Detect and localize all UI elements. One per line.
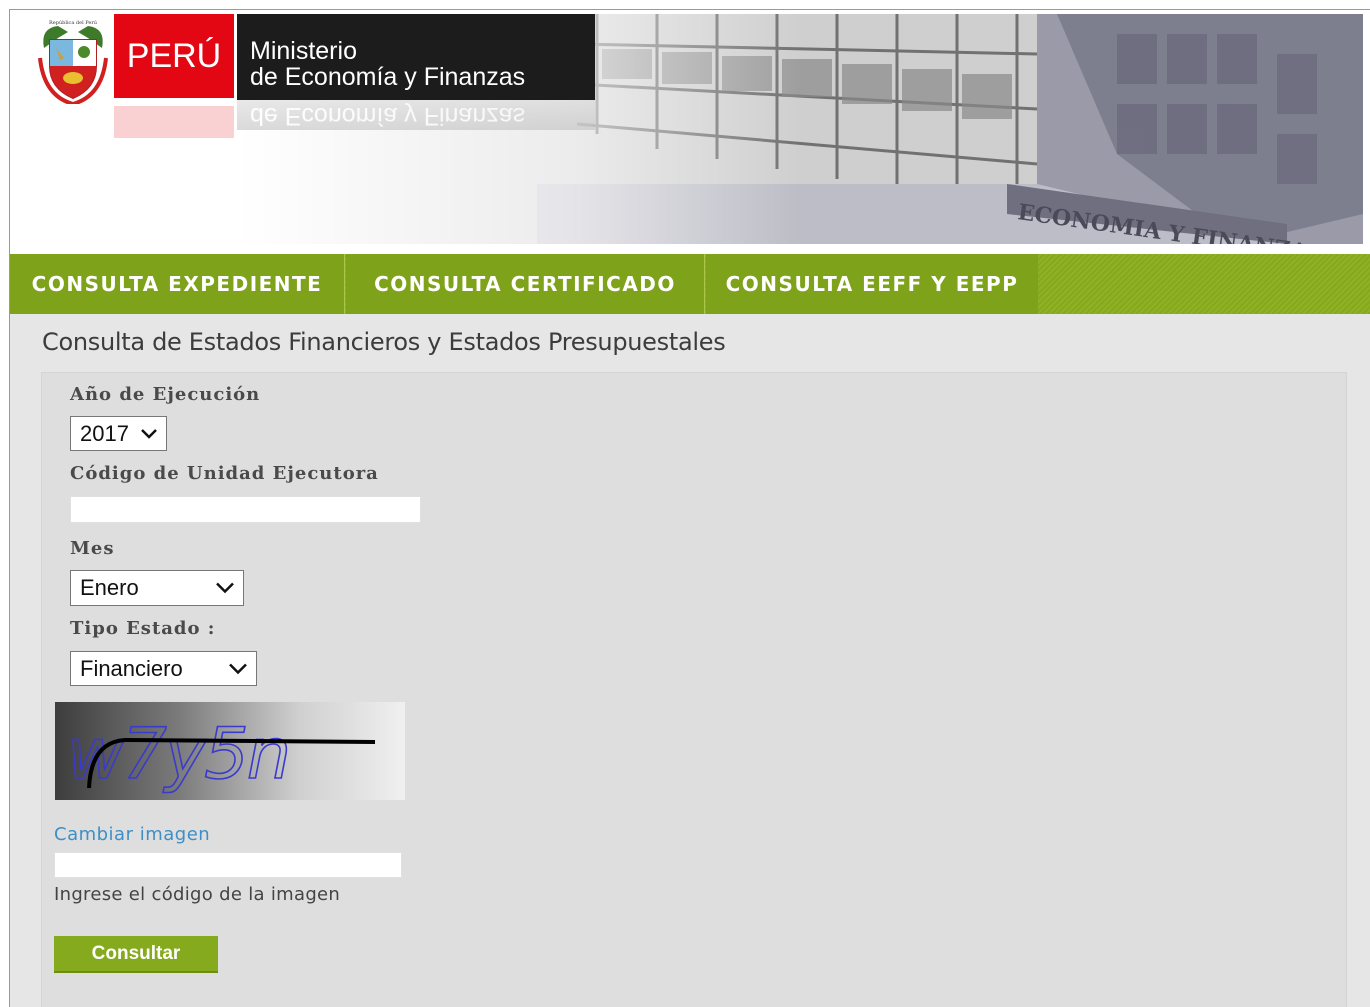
year-label: Año de Ejecución xyxy=(70,384,261,405)
peru-logo[interactable]: República del Perú PERÚ xyxy=(30,14,235,138)
consultar-button[interactable]: Consultar xyxy=(54,936,218,973)
type-select[interactable]: Financiero xyxy=(70,651,257,686)
svg-text:República del Perú: República del Perú xyxy=(49,19,98,26)
nav-consulta-expediente[interactable]: CONSULTA EXPEDIENTE xyxy=(10,254,345,314)
peru-label: PERÚ xyxy=(114,14,234,98)
month-select-value: Enero xyxy=(80,575,139,600)
captcha-input[interactable] xyxy=(54,852,402,878)
year-select[interactable]: 2017 xyxy=(70,416,167,451)
ministry-reflection-text: de Economía y Finanzas xyxy=(250,102,526,130)
type-select-value: Financiero xyxy=(80,655,183,681)
page-frame: ECONOMIA Y FINANZAS República del Perú P… xyxy=(9,9,1370,1007)
captcha-hint: Ingrese el código de la imagen xyxy=(54,884,341,905)
logo-reflection xyxy=(38,106,234,138)
year-select-value: 2017 xyxy=(80,420,129,446)
main-nav: CONSULTA EXPEDIENTE CONSULTA CERTIFICADO… xyxy=(10,254,1370,314)
captcha-image: w7y5n xyxy=(55,702,405,800)
nav-consulta-certificado[interactable]: CONSULTA CERTIFICADO xyxy=(346,254,705,314)
month-label: Mes xyxy=(70,538,115,559)
site-header: ECONOMIA Y FINANZAS República del Perú P… xyxy=(10,10,1370,254)
change-image-link[interactable]: Cambiar imagen xyxy=(54,824,210,845)
page-title: Consulta de Estados Financieros y Estado… xyxy=(42,328,726,356)
unit-code-label: Código de Unidad Ejecutora xyxy=(70,463,379,484)
ministry-name: Ministerio de Economía y Finanzas xyxy=(237,14,595,100)
ministry-line1: Ministerio xyxy=(250,37,357,65)
ministry-line2: de Economía y Finanzas xyxy=(250,63,526,91)
coat-of-arms-icon: República del Perú xyxy=(38,19,108,104)
chevron-down-icon xyxy=(141,428,157,439)
captcha-graphic: w7y5n xyxy=(66,712,376,796)
ministry-reflection: de Economía y Finanzas xyxy=(237,100,595,130)
chevron-down-icon xyxy=(216,582,234,594)
month-select[interactable]: Enero xyxy=(70,570,244,606)
nav-consulta-eeff-eepp[interactable]: CONSULTA EEFF Y EEPP xyxy=(706,254,1038,314)
unit-code-input[interactable] xyxy=(70,496,421,523)
chevron-down-icon xyxy=(229,663,247,674)
type-label: Tipo Estado : xyxy=(70,618,216,639)
